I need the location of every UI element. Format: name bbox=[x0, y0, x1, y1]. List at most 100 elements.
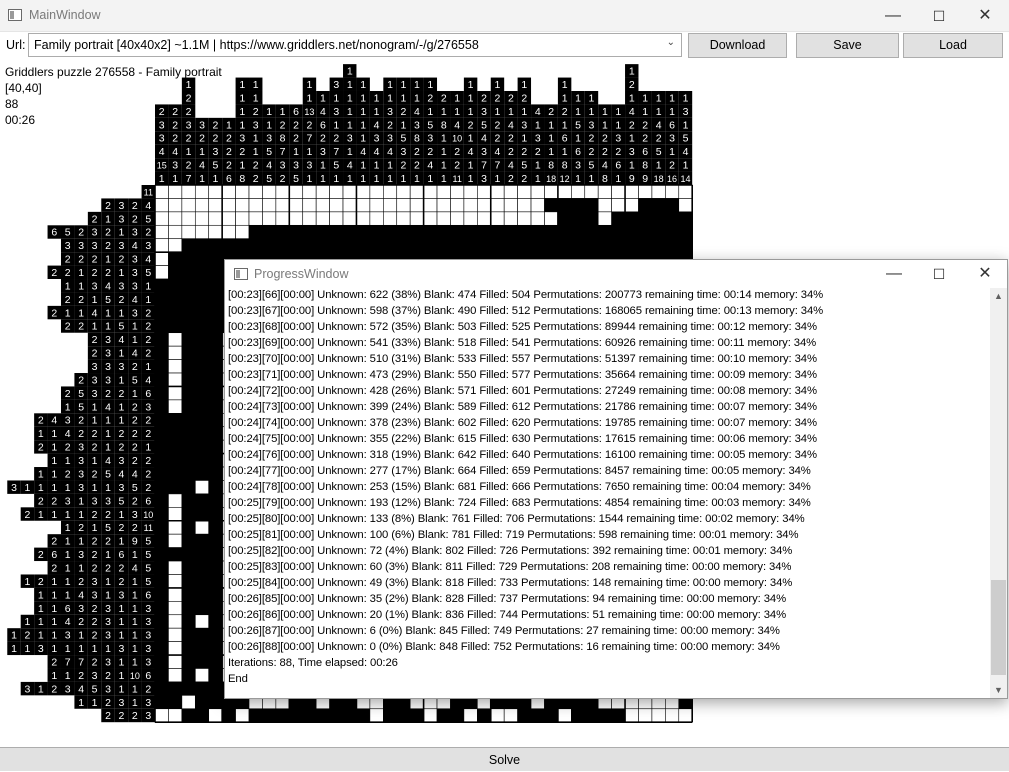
grid-cell[interactable] bbox=[181, 251, 196, 266]
grid-cell[interactable] bbox=[396, 238, 411, 253]
grid-cell[interactable] bbox=[275, 224, 290, 240]
grid-cell[interactable] bbox=[248, 708, 263, 723]
grid-cell[interactable] bbox=[262, 708, 277, 723]
grid-cell[interactable] bbox=[611, 184, 626, 199]
grid-cell[interactable] bbox=[194, 332, 210, 347]
grid-cell[interactable] bbox=[194, 211, 210, 226]
grid-cell[interactable] bbox=[208, 318, 223, 334]
grid-cell[interactable] bbox=[181, 627, 196, 642]
grid-cell[interactable] bbox=[221, 184, 236, 199]
grid-cell[interactable] bbox=[181, 238, 196, 253]
grid-cell[interactable] bbox=[557, 198, 572, 213]
grid-cell[interactable] bbox=[409, 238, 424, 253]
grid-cell[interactable] bbox=[208, 453, 223, 468]
grid-cell[interactable] bbox=[208, 601, 223, 616]
grid-cell[interactable] bbox=[342, 211, 357, 226]
grid-cell[interactable] bbox=[235, 211, 250, 226]
grid-cell[interactable] bbox=[154, 641, 169, 656]
grid-cell[interactable] bbox=[181, 493, 196, 508]
grid-cell[interactable] bbox=[288, 224, 304, 240]
grid-cell[interactable] bbox=[503, 708, 518, 723]
grid-cell[interactable] bbox=[168, 547, 183, 562]
grid-cell[interactable] bbox=[463, 198, 478, 213]
grid-cell[interactable] bbox=[194, 587, 210, 602]
grid-cell[interactable] bbox=[208, 211, 223, 226]
grid-cell[interactable] bbox=[208, 238, 223, 253]
grid-cell[interactable] bbox=[235, 708, 250, 723]
grid-cell[interactable] bbox=[194, 372, 210, 387]
grid-cell[interactable] bbox=[168, 251, 183, 266]
grid-cell[interactable] bbox=[168, 372, 183, 387]
grid-cell[interactable] bbox=[423, 211, 438, 226]
grid-cell[interactable] bbox=[262, 238, 277, 253]
grid-cell[interactable] bbox=[181, 426, 196, 441]
grid-cell[interactable] bbox=[584, 184, 599, 199]
grid-cell[interactable] bbox=[208, 480, 223, 495]
grid-cell[interactable] bbox=[557, 184, 572, 199]
grid-cell[interactable] bbox=[503, 184, 518, 199]
grid-cell[interactable] bbox=[154, 292, 169, 307]
grid-cell[interactable] bbox=[638, 708, 653, 723]
grid-cell[interactable] bbox=[194, 238, 210, 253]
close-button[interactable]: ✕ bbox=[962, 0, 1008, 32]
grid-cell[interactable] bbox=[409, 211, 424, 226]
grid-cell[interactable] bbox=[503, 211, 518, 226]
grid-cell[interactable] bbox=[154, 574, 169, 589]
grid-cell[interactable] bbox=[611, 238, 626, 253]
grid-cell[interactable] bbox=[463, 224, 478, 240]
grid-cell[interactable] bbox=[584, 708, 599, 723]
grid-cell[interactable] bbox=[221, 198, 236, 213]
grid-cell[interactable] bbox=[665, 708, 680, 723]
grid-cell[interactable] bbox=[597, 198, 612, 213]
grid-cell[interactable] bbox=[678, 708, 693, 723]
grid-cell[interactable] bbox=[584, 198, 599, 213]
grid-cell[interactable] bbox=[302, 224, 317, 240]
progress-minimize-button[interactable]: — bbox=[871, 260, 917, 288]
grid-cell[interactable] bbox=[194, 345, 210, 360]
grid-cell[interactable] bbox=[356, 224, 371, 240]
grid-cell[interactable] bbox=[168, 507, 183, 522]
grid-cell[interactable] bbox=[194, 641, 210, 656]
grid-cell[interactable] bbox=[288, 211, 304, 226]
grid-cell[interactable] bbox=[463, 184, 478, 199]
url-combobox[interactable]: Family portrait [40x40x2] ~1.1M | https:… bbox=[28, 33, 682, 57]
grid-cell[interactable] bbox=[154, 587, 169, 602]
grid-cell[interactable] bbox=[624, 198, 639, 213]
grid-cell[interactable] bbox=[369, 211, 384, 226]
grid-cell[interactable] bbox=[168, 681, 183, 696]
grid-cell[interactable] bbox=[302, 238, 317, 253]
grid-cell[interactable] bbox=[208, 641, 223, 656]
grid-cell[interactable] bbox=[168, 265, 183, 280]
grid-cell[interactable] bbox=[302, 198, 317, 213]
grid-cell[interactable] bbox=[302, 184, 317, 199]
grid-cell[interactable] bbox=[168, 238, 183, 253]
grid-cell[interactable] bbox=[168, 386, 183, 401]
grid-cell[interactable] bbox=[369, 708, 384, 723]
grid-cell[interactable] bbox=[194, 426, 210, 441]
grid-cell[interactable] bbox=[154, 345, 169, 360]
grid-cell[interactable] bbox=[248, 184, 263, 199]
grid-cell[interactable] bbox=[168, 345, 183, 360]
grid-cell[interactable] bbox=[678, 184, 693, 199]
grid-cell[interactable] bbox=[490, 708, 505, 723]
grid-cell[interactable] bbox=[611, 708, 626, 723]
grid-cell[interactable] bbox=[181, 345, 196, 360]
grid-cell[interactable] bbox=[571, 708, 586, 723]
grid-cell[interactable] bbox=[356, 184, 371, 199]
grid-cell[interactable] bbox=[369, 184, 384, 199]
grid-cell[interactable] bbox=[208, 332, 223, 347]
grid-cell[interactable] bbox=[181, 520, 196, 535]
grid-cell[interactable] bbox=[651, 211, 666, 226]
grid-cell[interactable] bbox=[154, 386, 169, 401]
progress-maximize-button[interactable]: ☐ bbox=[916, 260, 962, 288]
grid-cell[interactable] bbox=[329, 238, 344, 253]
grid-cell[interactable] bbox=[194, 574, 210, 589]
grid-cell[interactable] bbox=[423, 224, 438, 240]
grid-cell[interactable] bbox=[194, 560, 210, 575]
grid-cell[interactable] bbox=[477, 198, 492, 213]
grid-cell[interactable] bbox=[154, 211, 169, 226]
grid-cell[interactable] bbox=[221, 708, 236, 723]
grid-cell[interactable] bbox=[154, 453, 169, 468]
grid-cell[interactable] bbox=[571, 198, 586, 213]
grid-cell[interactable] bbox=[181, 533, 196, 548]
